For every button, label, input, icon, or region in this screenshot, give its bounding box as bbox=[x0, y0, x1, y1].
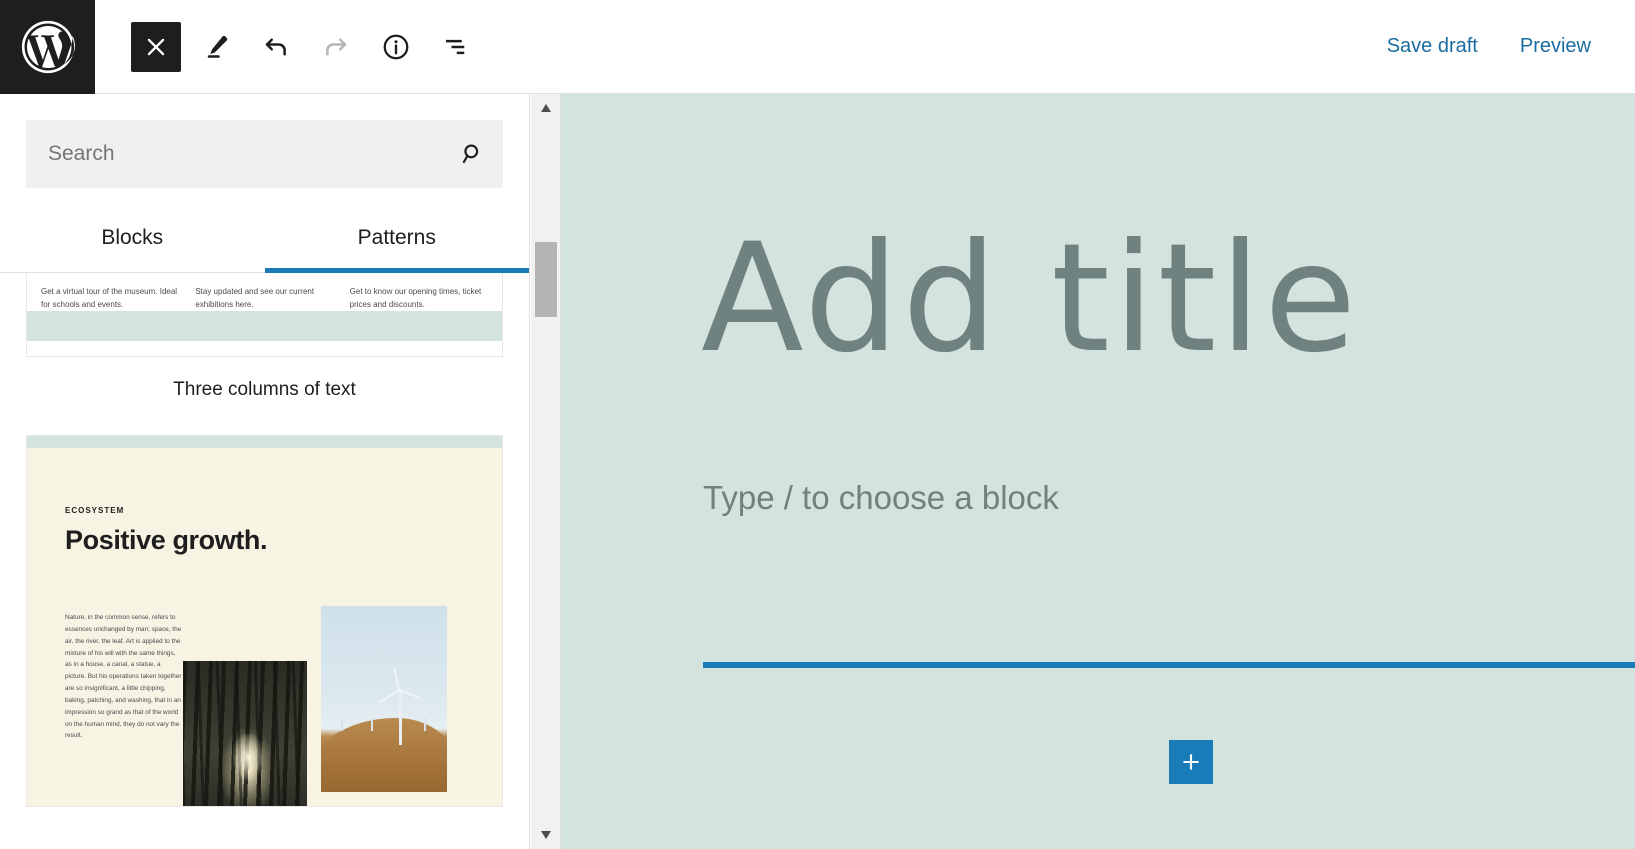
turbine-blade-shape bbox=[393, 666, 400, 690]
redo-button[interactable] bbox=[311, 22, 361, 72]
pattern-label: Three columns of text bbox=[26, 357, 503, 435]
plus-icon bbox=[1180, 751, 1202, 773]
turbine-blade-shape bbox=[378, 689, 400, 704]
editor-canvas[interactable]: Add title Type / to choose a block bbox=[561, 94, 1635, 849]
block-inserter-panel: Blocks Patterns Get a virtual tour of th… bbox=[0, 94, 530, 849]
wordpress-block-editor: Save draft Preview Blocks Patterns bbox=[0, 0, 1635, 849]
redo-arrow-icon bbox=[321, 32, 351, 62]
pattern-item-three-columns[interactable]: Get a virtual tour of the museum. Ideal … bbox=[0, 273, 529, 435]
pattern-footer-band bbox=[27, 311, 502, 341]
pattern-eyebrow: ECOSYSTEM bbox=[65, 506, 464, 515]
pattern-body-text: Nature, in the common sense, refers to e… bbox=[65, 606, 183, 742]
pattern-preview-positive-growth: ECOSYSTEM Positive growth. Nature, in th… bbox=[26, 435, 503, 807]
inserter-tabs: Blocks Patterns bbox=[0, 210, 529, 273]
post-title-placeholder[interactable]: Add title bbox=[701, 224, 1359, 374]
tab-patterns[interactable]: Patterns bbox=[265, 210, 530, 272]
tab-blocks[interactable]: Blocks bbox=[0, 210, 265, 272]
small-turbine-icon bbox=[371, 718, 372, 731]
wind-turbine-image bbox=[321, 606, 447, 792]
block-body-placeholder[interactable]: Type / to choose a block bbox=[703, 479, 1059, 517]
scroll-up-arrow-icon[interactable] bbox=[531, 98, 561, 118]
pattern-column-text: Get to know our opening times, ticket pr… bbox=[350, 285, 488, 311]
search-magnifier-icon bbox=[443, 120, 503, 188]
small-turbine-icon bbox=[424, 718, 425, 731]
forest-sunrays-image bbox=[183, 661, 307, 807]
close-x-icon bbox=[143, 34, 169, 60]
header-toolbar-right: Save draft Preview bbox=[1373, 25, 1635, 68]
list-view-icon bbox=[441, 32, 471, 62]
scroll-down-arrow-icon[interactable] bbox=[531, 825, 561, 845]
small-turbine-icon bbox=[341, 718, 342, 731]
pattern-header-band bbox=[27, 436, 502, 448]
pattern-item-positive-growth[interactable]: ECOSYSTEM Positive growth. Nature, in th… bbox=[0, 435, 529, 807]
wordpress-logo-icon[interactable] bbox=[0, 0, 95, 94]
undo-arrow-icon bbox=[261, 32, 291, 62]
pattern-preview-three-columns: Get a virtual tour of the museum. Ideal … bbox=[26, 273, 503, 357]
search-field[interactable] bbox=[26, 120, 503, 188]
inserter-search-area bbox=[0, 94, 529, 188]
pencil-icon bbox=[201, 32, 231, 62]
close-inserter-button[interactable] bbox=[131, 22, 181, 72]
undo-button[interactable] bbox=[251, 22, 301, 72]
list-view-button[interactable] bbox=[431, 22, 481, 72]
add-block-button[interactable] bbox=[1169, 740, 1213, 784]
save-draft-button[interactable]: Save draft bbox=[1373, 25, 1492, 68]
hill-shape bbox=[321, 718, 447, 792]
info-circle-icon bbox=[381, 32, 411, 62]
editor-header: Save draft Preview bbox=[0, 0, 1635, 94]
pattern-heading: Positive growth. bbox=[65, 525, 464, 556]
search-input[interactable] bbox=[26, 120, 443, 188]
pattern-list[interactable]: Get a virtual tour of the museum. Ideal … bbox=[0, 273, 529, 833]
turbine-blade-shape bbox=[399, 689, 422, 700]
pattern-column-text: Get a virtual tour of the museum. Ideal … bbox=[41, 285, 179, 311]
pattern-image-group bbox=[183, 606, 464, 806]
preview-button[interactable]: Preview bbox=[1506, 25, 1605, 68]
scrollbar-thumb[interactable] bbox=[535, 242, 557, 317]
turbine-pole-shape bbox=[399, 690, 402, 746]
inserter-scrollbar[interactable] bbox=[531, 94, 561, 849]
edit-tool-button[interactable] bbox=[191, 22, 241, 72]
header-toolbar-left bbox=[95, 22, 1373, 72]
pattern-column-text: Stay updated and see our current exhibit… bbox=[195, 285, 333, 311]
block-insertion-line bbox=[703, 662, 1635, 668]
details-button[interactable] bbox=[371, 22, 421, 72]
